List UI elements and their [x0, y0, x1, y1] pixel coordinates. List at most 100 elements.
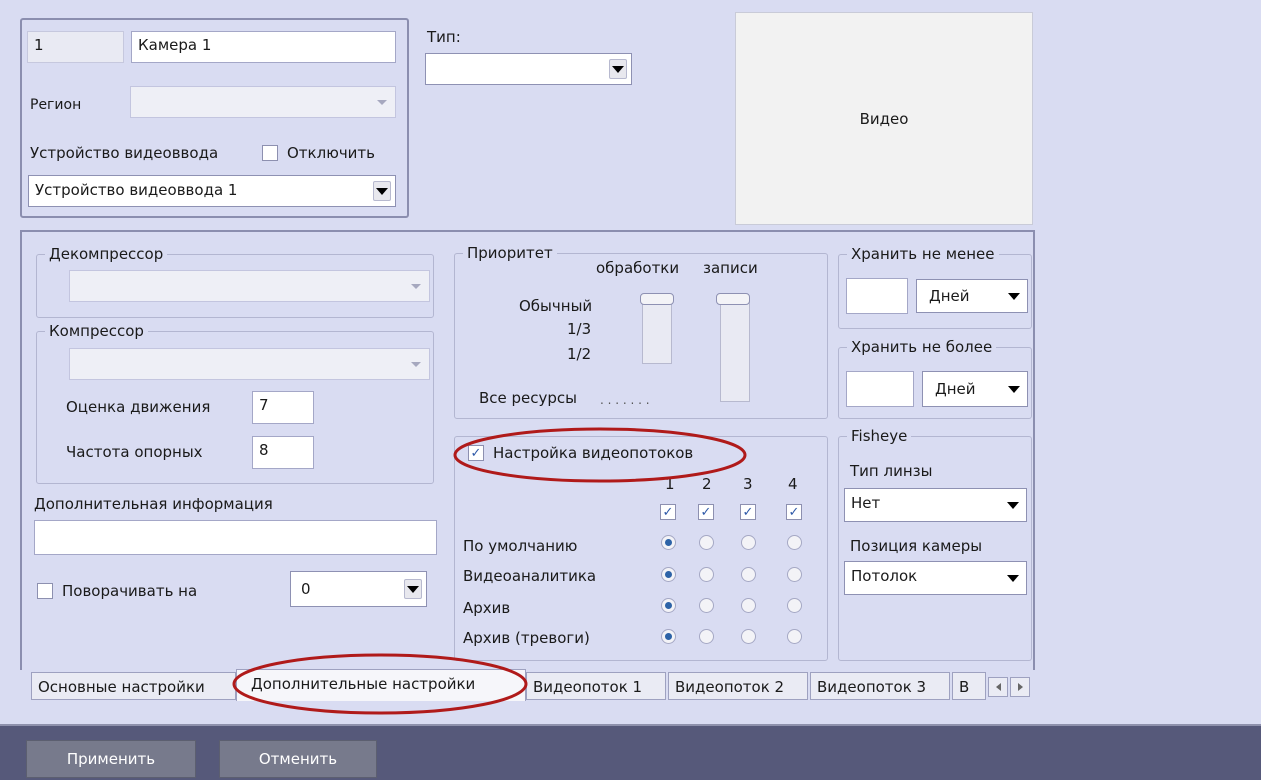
rotate-label: Поворачивать на	[62, 582, 198, 600]
stream-radio[interactable]	[741, 567, 756, 582]
motion-field[interactable]: 7	[252, 391, 314, 424]
keyframe-label: Частота опорных	[66, 443, 203, 461]
stream-col-3: 3	[743, 475, 753, 493]
video-preview-label: Видео	[859, 109, 909, 128]
priority-dots: . . . . . . .	[600, 393, 650, 407]
fisheye-legend: Fisheye	[847, 427, 912, 445]
stream-2-checkbox[interactable]: ✓	[698, 504, 714, 520]
stream-radio[interactable]	[661, 629, 676, 644]
priority-level-normal: Обычный	[519, 297, 593, 315]
stream-radio[interactable]	[787, 535, 802, 550]
video-input-select[interactable]: Устройство видеоввода 1	[28, 175, 396, 207]
keep-min-unit: Дней	[929, 287, 970, 305]
tab-scroll-right-button[interactable]	[1010, 677, 1030, 697]
rotate-value: 0	[301, 580, 311, 598]
stream-radio[interactable]	[741, 535, 756, 550]
keep-max-legend: Хранить не более	[847, 338, 997, 356]
camera-position-label: Позиция камеры	[850, 537, 983, 555]
stream-radio[interactable]	[741, 598, 756, 613]
video-input-value: Устройство видеоввода 1	[35, 181, 238, 199]
stream-col-2: 2	[702, 475, 712, 493]
stream-3-checkbox[interactable]: ✓	[740, 504, 756, 520]
decompressor-select[interactable]	[69, 270, 430, 302]
type-select[interactable]	[425, 53, 632, 85]
streams-setting-label: Настройка видеопотоков	[491, 444, 696, 462]
keyframe-field[interactable]: 8	[252, 436, 314, 469]
checkmark-icon: ✓	[742, 504, 754, 520]
stream-radio[interactable]	[787, 567, 802, 582]
keep-min-legend: Хранить не менее	[847, 245, 999, 263]
stream-radio[interactable]	[699, 629, 714, 644]
chevron-down-icon	[407, 354, 425, 374]
motion-label: Оценка движения	[66, 398, 211, 416]
stream-4-checkbox[interactable]: ✓	[786, 504, 802, 520]
compressor-select[interactable]	[69, 348, 430, 380]
priority-level-third: 1/3	[567, 320, 592, 338]
stream-radio[interactable]	[787, 598, 802, 613]
cancel-button[interactable]: Отменить	[219, 740, 377, 778]
chevron-down-icon	[1004, 495, 1022, 515]
checkmark-icon: ✓	[662, 504, 674, 520]
stream-1-checkbox[interactable]: ✓	[660, 504, 676, 520]
keep-min-unit-select[interactable]: Дней	[916, 279, 1028, 313]
checkmark-icon: ✓	[788, 504, 800, 520]
chevron-left-icon	[995, 683, 1001, 691]
stream-row-label: Видеоаналитика	[463, 567, 597, 585]
additional-info-field[interactable]	[34, 520, 437, 555]
stream-col-1: 1	[665, 475, 675, 493]
keep-min-field[interactable]	[846, 278, 908, 314]
checkmark-icon: ✓	[470, 445, 482, 461]
lens-type-value: Нет	[851, 494, 881, 512]
chevron-down-icon	[1004, 568, 1022, 588]
chevron-right-icon	[1017, 683, 1023, 691]
camera-id-field[interactable]: 1	[27, 31, 124, 63]
stream-row-label: Архив (тревоги)	[463, 629, 590, 647]
stream-row-label: Архив	[463, 599, 511, 617]
stream-col-4: 4	[788, 475, 798, 493]
disable-checkbox[interactable]	[262, 145, 278, 161]
stream-radio[interactable]	[787, 629, 802, 644]
chevron-down-icon	[609, 59, 627, 79]
lens-type-select[interactable]: Нет	[844, 488, 1027, 522]
priority-col-recording: записи	[703, 259, 758, 277]
rotate-checkbox[interactable]	[37, 583, 53, 599]
streams-setting-checkbox[interactable]: ✓	[468, 445, 484, 461]
camera-name-field[interactable]: Камера 1	[131, 31, 396, 63]
stream-radio[interactable]	[661, 535, 676, 550]
keep-max-field[interactable]	[846, 371, 914, 407]
stream-radio[interactable]	[661, 567, 676, 582]
video-input-label: Устройство видеоввода	[30, 144, 219, 162]
chevron-down-icon	[373, 181, 391, 201]
stream-radio[interactable]	[699, 598, 714, 613]
tab-scroll-buttons	[988, 677, 1030, 697]
tab-video-stream-1[interactable]: Видеопоток 1	[526, 672, 666, 700]
stream-radio[interactable]	[699, 535, 714, 550]
region-select[interactable]	[130, 86, 396, 118]
compressor-legend: Компрессор	[45, 322, 148, 340]
rotate-select[interactable]: 0	[290, 571, 427, 607]
tab-scroll-left-button[interactable]	[988, 677, 1008, 697]
keep-max-unit-select[interactable]: Дней	[922, 371, 1028, 407]
stream-radio[interactable]	[699, 567, 714, 582]
camera-position-select[interactable]: Потолок	[844, 561, 1027, 595]
tab-video-stream-more[interactable]: В	[952, 672, 986, 700]
camera-position-value: Потолок	[851, 567, 918, 585]
processing-priority-slider[interactable]	[640, 293, 674, 305]
checkmark-icon: ✓	[700, 504, 712, 520]
recording-priority-slider[interactable]	[716, 293, 750, 305]
priority-level-all: Все ресурсы	[479, 389, 578, 407]
tab-main-settings[interactable]: Основные настройки	[31, 672, 236, 700]
chevron-down-icon	[1005, 379, 1023, 399]
chevron-down-icon	[1005, 286, 1023, 306]
disable-label: Отключить	[287, 144, 376, 162]
tab-video-stream-3[interactable]: Видеопоток 3	[810, 672, 950, 700]
tab-additional-settings[interactable]: Дополнительные настройки	[236, 669, 526, 701]
stream-radio[interactable]	[661, 598, 676, 613]
stream-row-label: По умолчанию	[463, 537, 578, 555]
apply-button[interactable]: Применить	[26, 740, 196, 778]
lens-type-label: Тип линзы	[850, 462, 933, 480]
priority-legend: Приоритет	[463, 244, 557, 262]
tab-video-stream-2[interactable]: Видеопоток 2	[668, 672, 808, 700]
stream-radio[interactable]	[741, 629, 756, 644]
chevron-down-icon	[407, 276, 425, 296]
